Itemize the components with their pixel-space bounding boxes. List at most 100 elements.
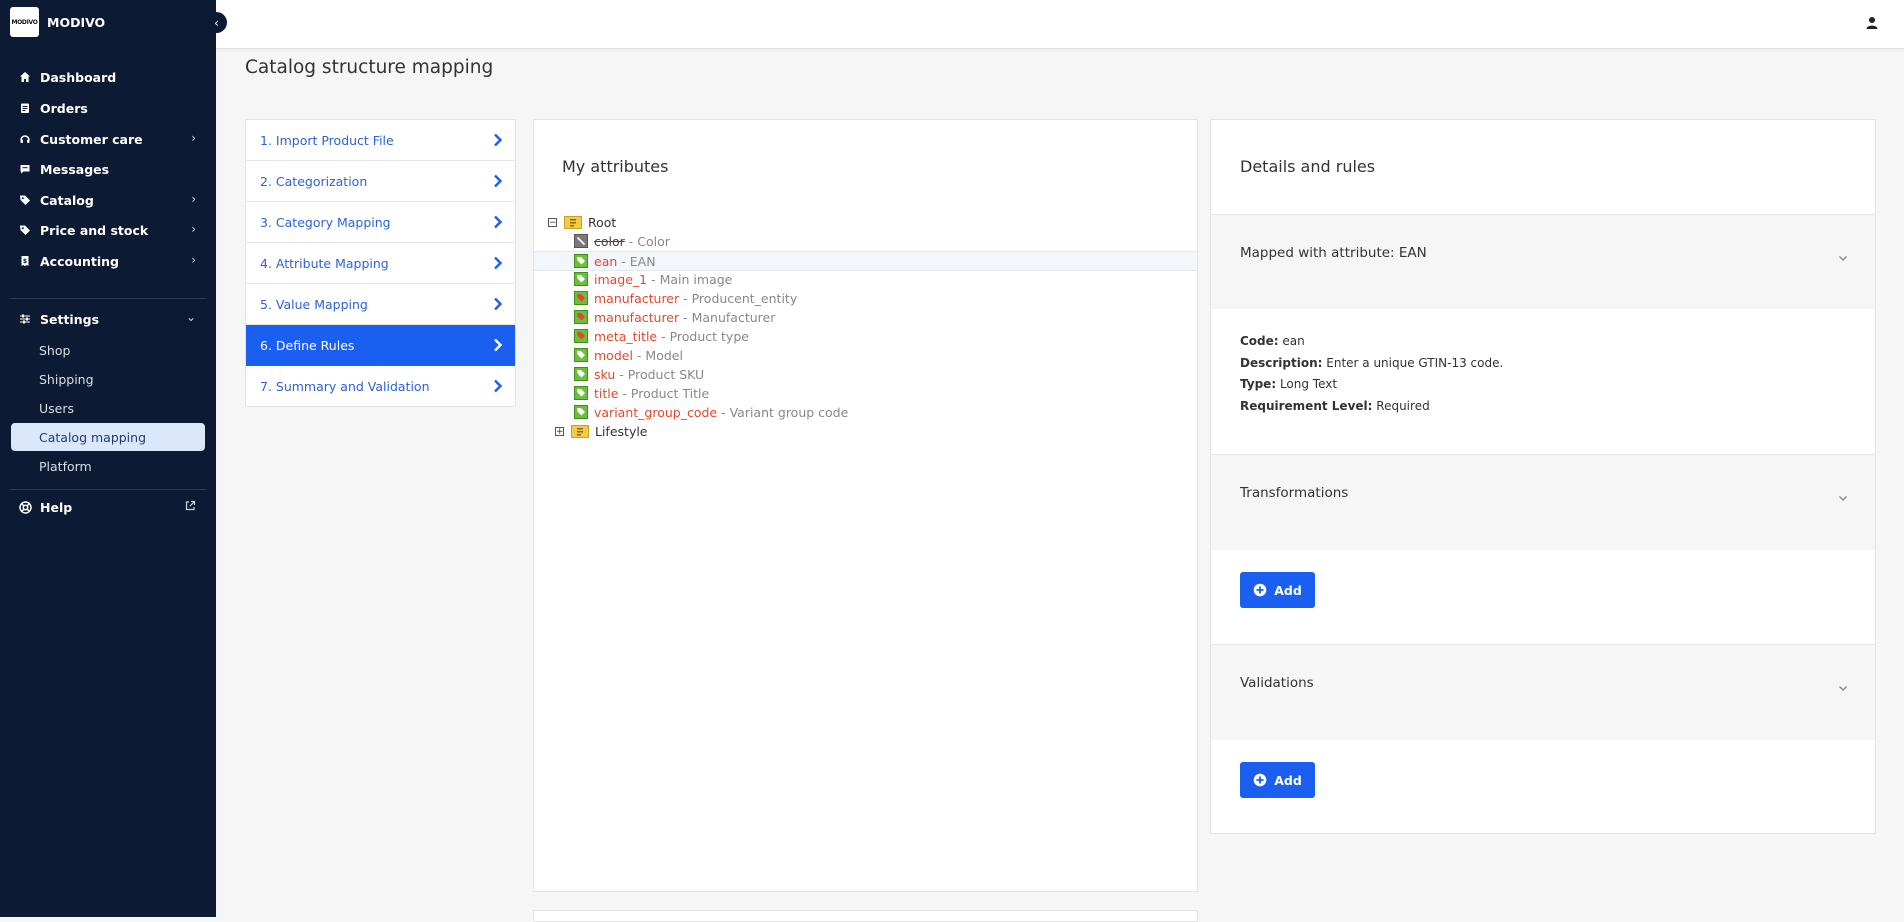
tree-group-lifestyle[interactable]: + Lifestyle	[555, 422, 648, 440]
transformations-section[interactable]: Transformations	[1211, 454, 1875, 550]
folder-icon	[564, 216, 582, 229]
attribute-code: image_1	[594, 271, 648, 287]
tree-item[interactable]: variant_group_code - Variant group code	[574, 403, 848, 421]
tag-warning-icon	[574, 291, 588, 305]
add-validation-button[interactable]: Add	[1240, 762, 1315, 798]
attributes-panel: My attributes − Root color - Color ean -…	[533, 119, 1198, 892]
sidebar-subitem-label: Shop	[39, 342, 71, 358]
tree-item[interactable]: model - Model	[574, 346, 683, 364]
brand-name: MODIVO	[47, 14, 106, 30]
sidebar-subitem-catalog-mapping[interactable]: Catalog mapping	[11, 423, 205, 451]
step-define-rules[interactable]: 6. Define Rules	[246, 325, 515, 366]
attribute-code: variant_group_code	[594, 404, 718, 420]
tree-item[interactable]: title - Product Title	[574, 384, 709, 402]
info-code: Code: ean	[1240, 334, 1305, 348]
chevron-down-icon: ⌄	[185, 310, 196, 324]
mapped-attribute-section[interactable]: Mapped with attribute: EAN	[1211, 214, 1875, 309]
details-title: Details and rules	[1240, 157, 1376, 176]
attribute-code: manufacturer	[594, 290, 680, 306]
step-import-product-file[interactable]: 1. Import Product File	[246, 120, 515, 161]
sidebar-item-label: Catalog	[40, 192, 94, 208]
chevron-down-icon[interactable]	[1838, 683, 1848, 693]
step-categorization[interactable]: 2. Categorization	[246, 161, 515, 202]
sidebar: MODIVO MODIVO Dashboard Orders Customer …	[0, 0, 216, 917]
sidebar-subitem-platform[interactable]: Platform	[11, 453, 205, 479]
info-code-label: Code:	[1240, 334, 1279, 348]
sidebar-item-label: Messages	[40, 161, 110, 177]
sidebar-subitem-users[interactable]: Users	[11, 395, 205, 421]
step-attribute-mapping[interactable]: 4. Attribute Mapping	[246, 243, 515, 284]
plus-circle-icon	[1253, 583, 1267, 597]
chevron-down-icon[interactable]	[1838, 493, 1848, 503]
sidebar-item-price-and-stock[interactable]: Price and stock ›	[12, 217, 204, 243]
tree-item[interactable]: meta_title - Product type	[574, 327, 749, 345]
tag-icon	[574, 386, 588, 400]
tree-item-selected[interactable]: ean - EAN	[534, 251, 1197, 271]
receipt-icon: $	[18, 254, 32, 268]
mapped-attribute-label: Mapped with attribute: EAN	[1240, 245, 1427, 261]
external-link-icon	[185, 500, 196, 514]
sidebar-item-help[interactable]: Help	[12, 494, 204, 520]
page-title: Catalog structure mapping	[245, 57, 494, 78]
sidebar-item-settings[interactable]: Settings ⌄	[12, 306, 204, 332]
sidebar-collapse-button[interactable]: ‹	[206, 12, 227, 33]
sidebar-item-orders[interactable]: Orders	[12, 95, 204, 121]
attribute-code: color	[594, 233, 625, 249]
attributes-title: My attributes	[562, 157, 669, 176]
sidebar-subitem-label: Platform	[39, 458, 92, 474]
chevron-right-icon	[494, 379, 503, 393]
sidebar-item-catalog[interactable]: Catalog ›	[12, 187, 204, 213]
message-icon	[18, 162, 32, 176]
sidebar-subitem-shop[interactable]: Shop	[11, 337, 205, 363]
step-label: 6. Define Rules	[260, 337, 355, 353]
sidebar-subitem-label: Users	[39, 400, 75, 416]
chevron-right-icon	[494, 297, 503, 311]
tag-warning-icon	[574, 310, 588, 324]
tree-root[interactable]: − Root	[548, 213, 616, 231]
svg-text:$: $	[23, 258, 27, 265]
tree-item[interactable]: sku - Product SKU	[574, 365, 704, 383]
plus-circle-icon	[1253, 773, 1267, 787]
brand-logo: MODIVO	[10, 7, 39, 37]
step-category-mapping[interactable]: 3. Category Mapping	[246, 202, 515, 243]
info-requirement-value: Required	[1376, 399, 1430, 413]
sidebar-item-messages[interactable]: Messages	[12, 156, 204, 182]
expand-icon[interactable]: +	[555, 426, 564, 436]
chevron-right-icon: ›	[191, 253, 196, 267]
validations-section[interactable]: Validations	[1211, 644, 1875, 740]
tree-item[interactable]: image_1 - Main image	[574, 270, 732, 288]
transformations-label: Transformations	[1240, 485, 1349, 501]
tree-item[interactable]: color - Color	[574, 232, 670, 250]
price-tag-icon	[18, 223, 32, 237]
user-icon[interactable]	[1864, 15, 1880, 31]
attribute-description: - Model	[636, 347, 683, 363]
tag-warning-icon	[574, 329, 588, 343]
tree-item[interactable]: manufacturer - Producent_entity	[574, 289, 797, 307]
collapse-icon[interactable]: −	[548, 217, 557, 227]
tree-item[interactable]: manufacturer - Manufacturer	[574, 308, 775, 326]
attribute-description: - Product Title	[622, 385, 710, 401]
attribute-code: title	[594, 385, 619, 401]
add-transformation-button[interactable]: Add	[1240, 572, 1315, 608]
brand[interactable]: MODIVO MODIVO	[10, 7, 105, 37]
chevron-right-icon	[494, 338, 503, 352]
tree-group-label: Lifestyle	[595, 423, 648, 439]
step-summary-and-validation[interactable]: 7. Summary and Validation	[246, 366, 515, 406]
home-icon	[18, 70, 32, 84]
info-description-label: Description:	[1240, 356, 1323, 370]
attribute-description: - Product type	[661, 328, 749, 344]
sidebar-item-customer-care[interactable]: Customer care ›	[12, 126, 204, 152]
chevron-down-icon[interactable]	[1838, 253, 1848, 263]
sidebar-item-dashboard[interactable]: Dashboard	[12, 64, 204, 90]
sidebar-item-accounting[interactable]: $ Accounting ›	[12, 248, 204, 274]
sidebar-item-label: Orders	[40, 100, 88, 116]
sidebar-subitem-shipping[interactable]: Shipping	[11, 366, 205, 392]
info-description: Description: Enter a unique GTIN-13 code…	[1240, 356, 1503, 370]
tag-icon	[574, 254, 588, 268]
info-type: Type: Long Text	[1240, 377, 1337, 391]
chevron-right-icon	[494, 133, 503, 147]
attribute-description: - EAN	[621, 253, 656, 269]
step-value-mapping[interactable]: 5. Value Mapping	[246, 284, 515, 325]
attribute-description: - Variant group code	[721, 404, 849, 420]
details-panel: Details and rules Mapped with attribute:…	[1210, 119, 1876, 834]
